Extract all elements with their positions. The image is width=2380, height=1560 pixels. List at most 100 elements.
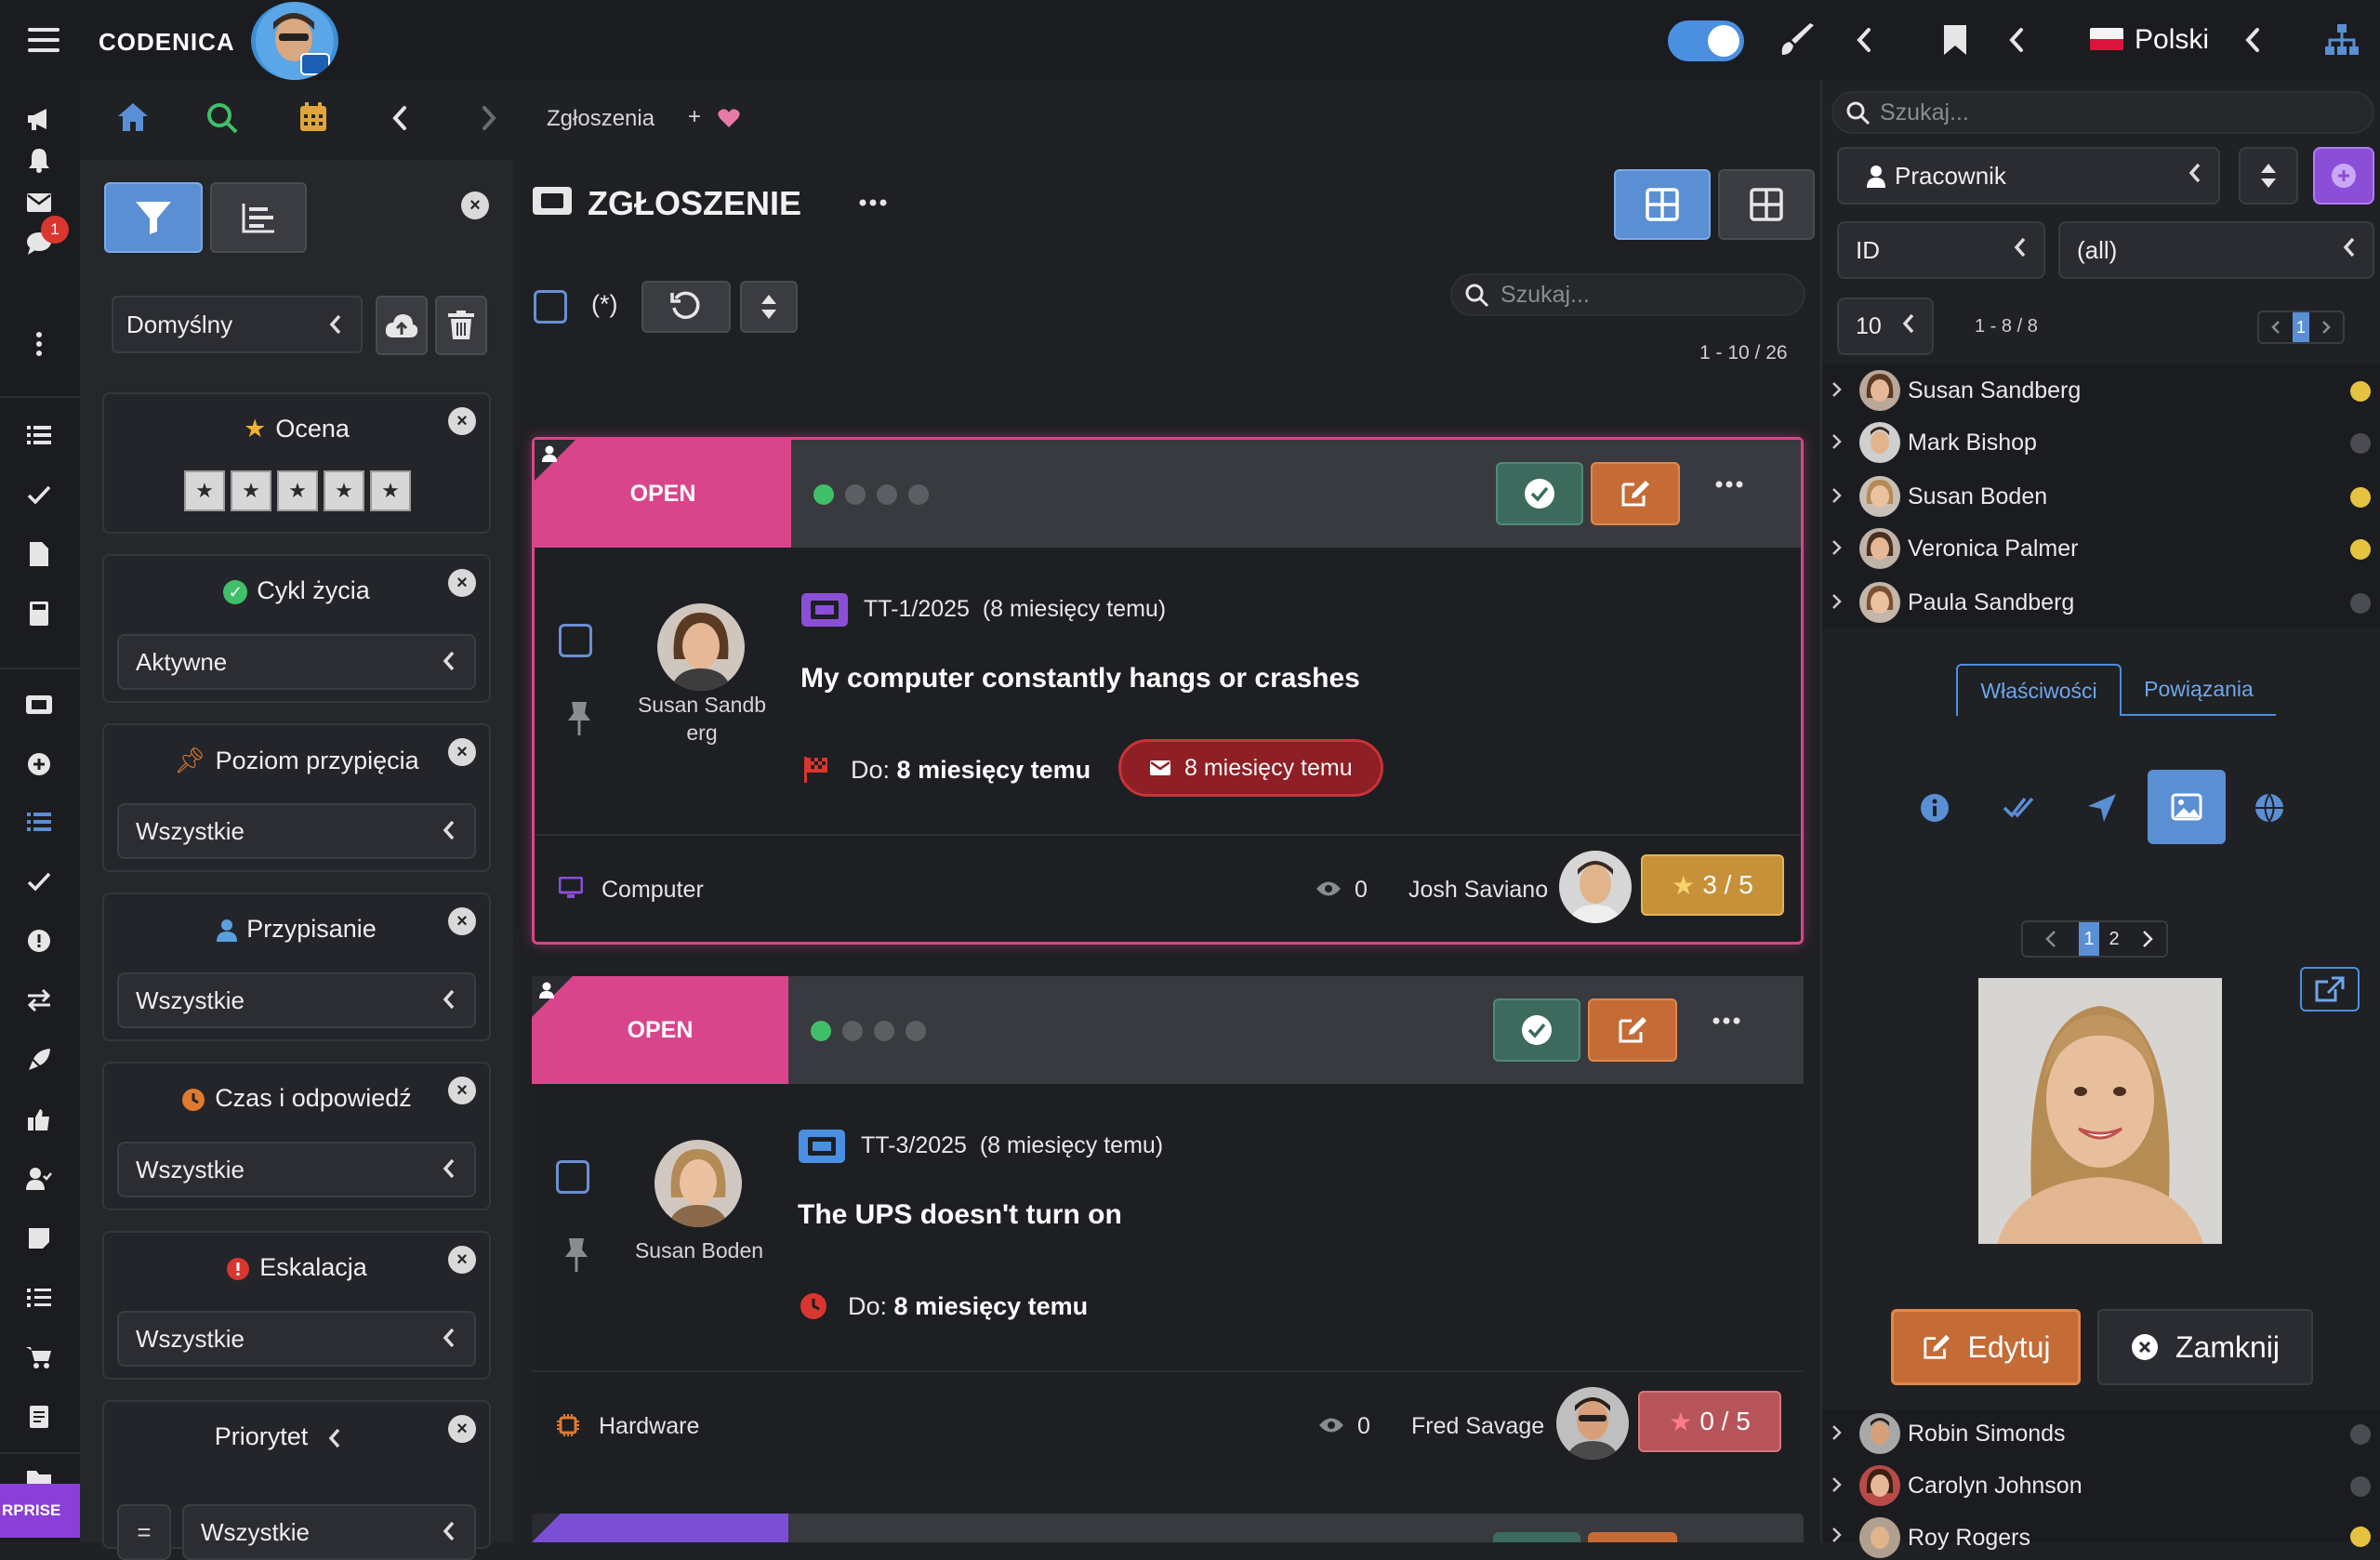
chevron-left-icon[interactable] bbox=[2231, 19, 2274, 61]
assignment-select[interactable]: Wszystkie bbox=[117, 972, 476, 1028]
requester-avatar[interactable] bbox=[654, 1140, 742, 1227]
more-horizontal-icon[interactable] bbox=[1715, 481, 1743, 488]
chevron-left-icon[interactable] bbox=[1995, 19, 2038, 61]
grid-view-button[interactable] bbox=[1614, 169, 1711, 240]
page-size-select[interactable]: 10 bbox=[1837, 297, 1934, 355]
image-page-2[interactable]: 2 bbox=[2099, 922, 2129, 956]
priority-select[interactable]: Wszystkie bbox=[182, 1504, 476, 1560]
transfer-icon[interactable] bbox=[20, 982, 58, 1019]
ticket-id[interactable]: TT-3/2025 bbox=[861, 1132, 967, 1158]
pin-icon[interactable] bbox=[563, 1236, 589, 1274]
response-time-select[interactable]: Wszystkie bbox=[117, 1142, 476, 1197]
field-select[interactable]: ID bbox=[1837, 221, 2045, 279]
document-icon[interactable] bbox=[20, 535, 58, 573]
ticket-id[interactable]: TT-1/2025 bbox=[864, 596, 970, 622]
person-avatar[interactable] bbox=[1859, 476, 1900, 517]
add-tab-button[interactable]: + bbox=[688, 104, 701, 130]
person-name[interactable]: Susan Boden bbox=[1908, 483, 2047, 510]
tree-tab-button[interactable] bbox=[210, 182, 307, 253]
resolve-button[interactable] bbox=[1493, 1532, 1580, 1542]
pin-icon[interactable] bbox=[566, 700, 592, 737]
back-chevron-icon[interactable] bbox=[392, 106, 407, 130]
open-external-icon[interactable] bbox=[2300, 967, 2360, 1011]
refresh-button[interactable] bbox=[641, 281, 731, 333]
rocket-icon[interactable] bbox=[20, 1041, 58, 1078]
org-chart-icon[interactable] bbox=[2320, 19, 2363, 61]
ticket-icon[interactable] bbox=[20, 686, 58, 723]
hamburger-menu-icon[interactable] bbox=[22, 19, 65, 61]
edit-ticket-button[interactable] bbox=[1591, 462, 1680, 525]
close-panel-icon[interactable]: × bbox=[461, 192, 489, 219]
trash-icon[interactable] bbox=[435, 296, 487, 355]
table-view-button[interactable] bbox=[1718, 169, 1815, 240]
calendar-icon[interactable] bbox=[299, 102, 327, 132]
thumbs-up-icon[interactable] bbox=[20, 1101, 58, 1138]
select-all-checkbox[interactable] bbox=[534, 290, 567, 324]
breadcrumb-current[interactable]: Zgłoszenia bbox=[547, 106, 654, 132]
expand-chevron-icon[interactable] bbox=[1831, 593, 1843, 610]
cart-icon[interactable] bbox=[20, 1339, 58, 1376]
note-icon[interactable] bbox=[20, 1220, 58, 1257]
expand-chevron-icon[interactable] bbox=[1831, 487, 1843, 504]
filter-preset-select[interactable]: Domyślny bbox=[112, 296, 363, 353]
image-prev-icon[interactable] bbox=[2023, 922, 2079, 956]
tab-properties[interactable]: Właściwości bbox=[1956, 664, 2122, 716]
requester-avatar[interactable] bbox=[657, 603, 745, 691]
pager-next-icon[interactable] bbox=[2309, 312, 2343, 342]
rating-star-2[interactable]: ★ bbox=[231, 470, 271, 511]
user-avatar[interactable] bbox=[251, 2, 338, 80]
person-avatar[interactable] bbox=[1859, 422, 1900, 463]
requester-name[interactable]: Susan Sandb erg bbox=[628, 691, 776, 747]
entity-select[interactable]: Pracownik bbox=[1837, 147, 2220, 205]
language-selector[interactable]: Polski bbox=[2135, 24, 2209, 56]
image-page-1[interactable]: 1 bbox=[2079, 922, 2099, 956]
chevron-left-icon[interactable] bbox=[328, 1428, 341, 1448]
brush-icon[interactable] bbox=[1776, 19, 1818, 61]
expand-chevron-icon[interactable] bbox=[1831, 1527, 1843, 1543]
requester-name[interactable]: Susan Boden bbox=[625, 1236, 774, 1264]
assignee-name[interactable]: Fred Savage bbox=[1411, 1413, 1544, 1440]
double-check-icon[interactable] bbox=[20, 476, 58, 513]
ticket-card[interactable]: OPEN Susan Boden TT-3/2025 (8 miesięcy t… bbox=[532, 976, 1804, 1484]
more-vertical-icon[interactable] bbox=[20, 325, 58, 363]
list-icon[interactable] bbox=[20, 416, 58, 454]
image-next-icon[interactable] bbox=[2129, 922, 2166, 956]
forward-chevron-icon[interactable] bbox=[482, 106, 496, 130]
wildcard-toggle[interactable]: (*) bbox=[591, 290, 618, 319]
person-avatar[interactable] bbox=[1859, 1517, 1900, 1558]
person-name[interactable]: Susan Sandberg bbox=[1908, 377, 2081, 404]
edit-ticket-button[interactable] bbox=[1588, 1532, 1677, 1542]
filter-tab-button[interactable] bbox=[104, 182, 203, 253]
lifecycle-select[interactable]: Aktywne bbox=[117, 634, 476, 690]
sort-icon[interactable] bbox=[2239, 147, 2298, 205]
resolve-button[interactable] bbox=[1493, 998, 1580, 1062]
rating-star-4[interactable]: ★ bbox=[324, 470, 364, 511]
megaphone-icon[interactable] bbox=[20, 100, 58, 138]
user-check-icon[interactable] bbox=[20, 1160, 58, 1197]
pin-level-select[interactable]: Wszystkie bbox=[117, 803, 476, 859]
person-name[interactable]: Veronica Palmer bbox=[1908, 535, 2078, 562]
info-icon[interactable] bbox=[1919, 792, 1950, 824]
resolve-button[interactable] bbox=[1496, 462, 1583, 525]
assignee-avatar[interactable] bbox=[1556, 1387, 1629, 1460]
bell-icon[interactable] bbox=[20, 141, 58, 178]
expand-chevron-icon[interactable] bbox=[1831, 433, 1843, 450]
double-check-icon[interactable] bbox=[2003, 794, 2034, 820]
theme-toggle[interactable] bbox=[1668, 20, 1744, 61]
edit-ticket-button[interactable] bbox=[1588, 998, 1677, 1062]
tab-relations[interactable]: Powiązania bbox=[2122, 664, 2276, 716]
rating-star-1[interactable]: ★ bbox=[184, 470, 225, 511]
person-name[interactable]: Mark Bishop bbox=[1908, 430, 2037, 456]
search-icon[interactable] bbox=[206, 102, 238, 134]
add-person-button[interactable] bbox=[2313, 147, 2374, 205]
ticket-checkbox[interactable] bbox=[556, 1160, 589, 1194]
globe-icon[interactable] bbox=[2254, 792, 2285, 824]
double-check-icon[interactable] bbox=[20, 863, 58, 900]
expand-chevron-icon[interactable] bbox=[1831, 381, 1843, 398]
ticket-checkbox[interactable] bbox=[559, 624, 592, 657]
calculator-icon[interactable] bbox=[20, 595, 58, 632]
main-search-input[interactable]: Szukaj... bbox=[1450, 273, 1805, 316]
edit-button[interactable]: Edytuj bbox=[1891, 1309, 2081, 1385]
list-icon[interactable] bbox=[20, 803, 58, 840]
enterprise-badge[interactable]: RPRISE bbox=[0, 1484, 80, 1538]
